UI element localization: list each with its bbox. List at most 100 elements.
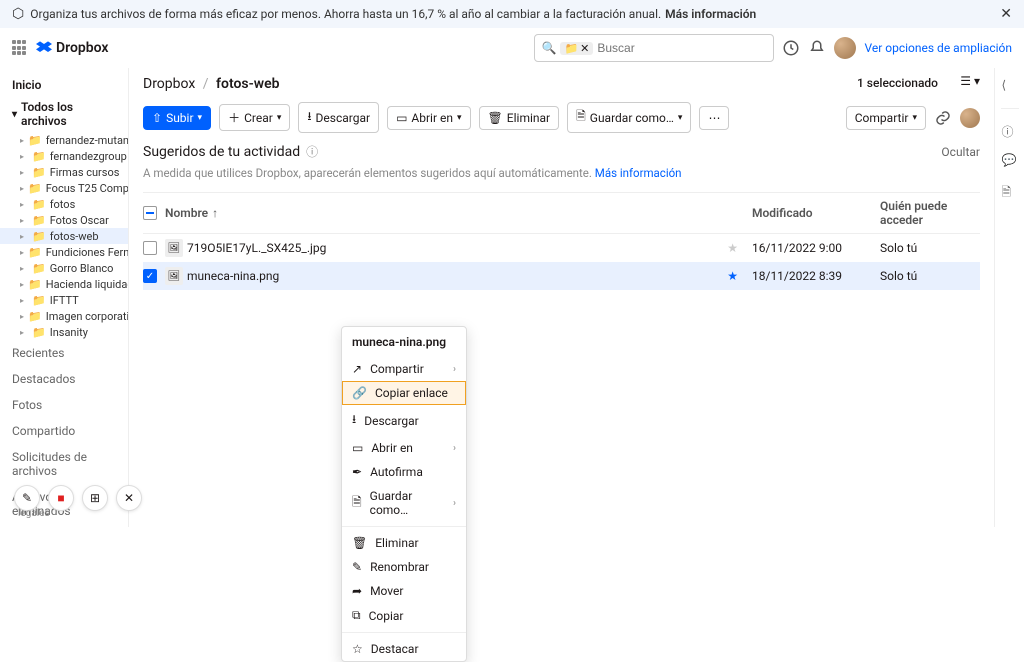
chevron-right-icon: ▸ bbox=[20, 312, 24, 321]
sidebar-folder-item[interactable]: ▸📁Fotos Oscar bbox=[0, 212, 128, 228]
search-icon: 🔍 bbox=[541, 41, 556, 55]
search-input[interactable] bbox=[597, 41, 767, 55]
ctx-copy[interactable]: ⧉Copiar bbox=[342, 603, 466, 628]
file-thumb-icon: 🖼 bbox=[165, 267, 183, 285]
table-row[interactable]: 🖼719O5IE17yL._SX425_.jpg★16/11/2022 9:00… bbox=[143, 234, 980, 262]
ctx-rename[interactable]: ✎Renombrar bbox=[342, 555, 466, 579]
row-checkbox[interactable] bbox=[143, 269, 157, 283]
row-checkbox[interactable] bbox=[143, 241, 157, 255]
more-button[interactable]: ⋯ bbox=[699, 106, 729, 130]
ctx-open[interactable]: ▭Abrir en› bbox=[342, 436, 466, 460]
ctx-star[interactable]: ☆Destacar bbox=[342, 637, 466, 661]
sidebar-link[interactable]: Solicitudes de archivos bbox=[0, 444, 128, 484]
open-in-button[interactable]: ▭ Abrir en ▾ bbox=[387, 106, 470, 130]
delete-button[interactable]: 🗑 Eliminar bbox=[479, 106, 560, 130]
sidebar-home[interactable]: Inicio bbox=[0, 74, 128, 96]
file-modified: 16/11/2022 9:00 bbox=[752, 241, 872, 255]
upload-label: Subir bbox=[166, 111, 193, 125]
crumb-current[interactable]: fotos-web bbox=[216, 76, 279, 92]
chevron-right-icon: ▸ bbox=[20, 184, 24, 193]
chevron-right-icon: › bbox=[453, 364, 456, 375]
ctx-saveas[interactable]: 🗎Guardar como…› bbox=[342, 484, 466, 522]
sidebar-folder-item[interactable]: ▸📁Hacienda liquidación oscar… bbox=[0, 276, 128, 292]
folder-icon: 📁 bbox=[32, 166, 46, 179]
sidebar-folder-item[interactable]: ▸📁fotos-web bbox=[0, 228, 128, 244]
owner-avatar[interactable] bbox=[960, 108, 980, 128]
col-who-label[interactable]: Quién puede acceder bbox=[880, 199, 980, 227]
sidebar-folder-item[interactable]: ▸📁fernandez-mutantia bbox=[0, 132, 128, 148]
sidebar-folder-item[interactable]: ▸📁Firmas cursos bbox=[0, 164, 128, 180]
search-folder-chip[interactable]: 📁 ✕ bbox=[560, 42, 593, 55]
banner-close-icon[interactable]: ✕ bbox=[1000, 6, 1012, 22]
sidebar-all-files[interactable]: ▾ Todos los archivos bbox=[0, 96, 128, 132]
share-button[interactable]: Compartir ▾ bbox=[846, 106, 926, 130]
sidebar-folder-item[interactable]: ▸📁IFTTT bbox=[0, 292, 128, 308]
upgrade-link[interactable]: Ver opciones de ampliación bbox=[864, 41, 1012, 55]
sidebar-link[interactable]: Compartido bbox=[0, 418, 128, 444]
sidebar-link[interactable]: Recientes bbox=[0, 340, 128, 366]
info-icon[interactable]: ⓘ bbox=[306, 143, 318, 160]
ctx-label: Renombrar bbox=[370, 560, 429, 574]
main-panel: Dropbox / fotos-web 1 seleccionado ☰ ▾ ⇧… bbox=[128, 68, 994, 527]
download-button[interactable]: ⭳ Descargar bbox=[298, 102, 379, 133]
col-modified-label[interactable]: Modificado bbox=[752, 206, 872, 220]
comment-rail-icon[interactable]: 💬 bbox=[1002, 153, 1018, 169]
suggested-more-link[interactable]: Más información bbox=[595, 166, 682, 180]
folder-icon: 📁 bbox=[28, 310, 42, 323]
search-box[interactable]: 🔍 📁 ✕ bbox=[534, 34, 774, 62]
file-name: muneca-nina.png bbox=[187, 269, 279, 283]
create-button[interactable]: ＋ Crear ▾ bbox=[219, 104, 290, 131]
chip-remove-icon[interactable]: ✕ bbox=[580, 42, 589, 55]
select-all-checkbox[interactable] bbox=[143, 206, 157, 220]
collapse-rail-icon[interactable]: ⟨ bbox=[1002, 78, 1018, 94]
folder-label: Fotos Oscar bbox=[50, 214, 109, 227]
sidebar-folder-item[interactable]: ▸📁fernandezgroup bbox=[0, 148, 128, 164]
sidebar-folder-item[interactable]: ▸📁Fundiciones Fernandez bbox=[0, 244, 128, 260]
banner-text: Organiza tus archivos de forma más efica… bbox=[30, 7, 661, 21]
link-icon[interactable] bbox=[934, 109, 952, 127]
star-icon[interactable]: ★ bbox=[727, 269, 738, 283]
fab-close[interactable]: ✕ bbox=[116, 485, 142, 511]
table-row[interactable]: 🖼muneca-nina.png★18/11/2022 8:39Solo tú bbox=[143, 262, 980, 290]
promo-banner: ⬡ Organiza tus archivos de forma más efi… bbox=[0, 0, 1024, 28]
sidebar-folder-item[interactable]: ▸📁fotos bbox=[0, 196, 128, 212]
ctx-sign[interactable]: ✒Autofirma bbox=[342, 460, 466, 484]
folder-label: Fundiciones Fernandez bbox=[46, 246, 128, 259]
ctx-move[interactable]: ➦Mover bbox=[342, 579, 466, 603]
save-as-button[interactable]: 🗎 Guardar como… ▾ bbox=[567, 102, 691, 133]
ctx-download[interactable]: ⭳Descargar bbox=[342, 405, 466, 436]
view-toggle[interactable]: ☰ ▾ bbox=[960, 74, 980, 88]
folder-label: fernandezgroup bbox=[50, 150, 127, 163]
sidebar-folder-item[interactable]: ▸📁Gorro Blanco bbox=[0, 260, 128, 276]
sign-icon: ✒ bbox=[352, 465, 362, 479]
info-rail-icon[interactable]: ⓘ bbox=[1002, 123, 1018, 139]
folder-icon: 📁 bbox=[28, 134, 42, 147]
ctx-share[interactable]: ↗Compartir› bbox=[342, 357, 466, 381]
folder-label: fotos-web bbox=[50, 230, 99, 243]
ctx-link[interactable]: 🔗Copiar enlace bbox=[342, 381, 466, 405]
upload-button[interactable]: ⇧ Subir ▾ bbox=[143, 106, 211, 130]
folder-icon: 📁 bbox=[32, 230, 46, 243]
sidebar-folder-item[interactable]: ▸📁Imagen corporativa OB bbox=[0, 308, 128, 324]
sidebar-link[interactable]: Fotos bbox=[0, 392, 128, 418]
sidebar-link[interactable]: Destacados bbox=[0, 366, 128, 392]
sidebar-folder-item[interactable]: ▸📁Insanity bbox=[0, 324, 128, 340]
suggested-hide[interactable]: Ocultar bbox=[941, 145, 980, 159]
banner-more-link[interactable]: Más información bbox=[665, 7, 756, 21]
crumb-root[interactable]: Dropbox bbox=[143, 76, 195, 92]
avatar[interactable] bbox=[834, 37, 856, 59]
file-modified: 18/11/2022 8:39 bbox=[752, 269, 872, 283]
chevron-right-icon: ▸ bbox=[20, 280, 24, 289]
folder-icon: 📁 bbox=[32, 294, 46, 307]
brand-logo[interactable]: Dropbox bbox=[36, 40, 109, 56]
rewind-icon[interactable] bbox=[782, 39, 800, 57]
bell-icon[interactable] bbox=[808, 39, 826, 57]
fab-grid[interactable]: ⊞ bbox=[82, 485, 108, 511]
ctx-trash[interactable]: 🗑Eliminar bbox=[342, 531, 466, 555]
sidebar-folder-item[interactable]: ▸📁Focus T25 Completo bbox=[0, 180, 128, 196]
star-icon[interactable]: ★ bbox=[727, 241, 738, 255]
fab-record[interactable]: ■ bbox=[48, 485, 74, 511]
col-name-label[interactable]: Nombre bbox=[165, 206, 208, 220]
app-launcher-icon[interactable] bbox=[12, 40, 28, 56]
activity-rail-icon[interactable]: 🗎 bbox=[1002, 183, 1018, 199]
